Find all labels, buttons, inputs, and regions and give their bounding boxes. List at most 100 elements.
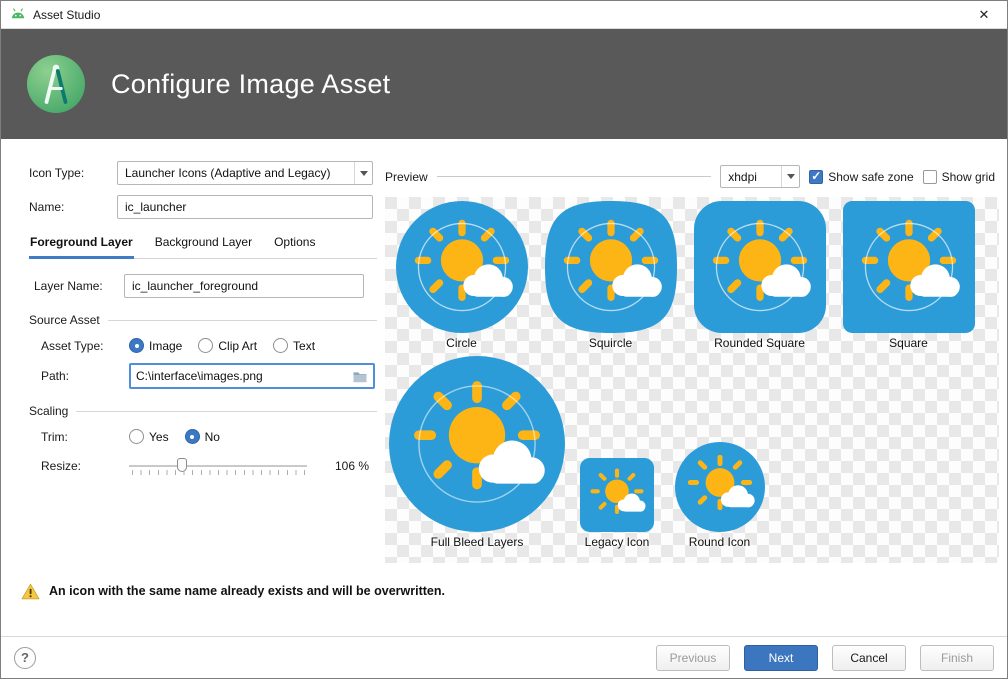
asset-type-label: Asset Type: bbox=[41, 339, 129, 353]
square-icon bbox=[843, 201, 975, 333]
icon-type-label: Icon Type: bbox=[29, 166, 117, 180]
layer-tabs: Foreground Layer Background Layer Option… bbox=[29, 232, 377, 259]
form-panel: Icon Type: Launcher Icons (Adaptive and … bbox=[1, 139, 379, 576]
trim-no-radio[interactable]: No bbox=[185, 429, 220, 444]
radio-icon bbox=[198, 338, 213, 353]
preview-header: Preview xhdpi Show safe zone Show grid bbox=[385, 165, 999, 188]
warning-icon bbox=[21, 583, 40, 600]
finish-button[interactable]: Finish bbox=[920, 645, 994, 671]
tile-label: Circle bbox=[446, 336, 477, 350]
resize-value: 106 % bbox=[335, 459, 369, 473]
asset-type-text-radio[interactable]: Text bbox=[273, 338, 315, 353]
spacer bbox=[1, 606, 1007, 636]
legacy-icon bbox=[580, 458, 654, 532]
preview-label: Preview bbox=[385, 170, 428, 184]
warning-text: An icon with the same name already exist… bbox=[49, 584, 445, 598]
radio-icon bbox=[129, 429, 144, 444]
show-grid-checkbox[interactable]: Show grid bbox=[923, 170, 995, 184]
full-bleed-icon bbox=[389, 356, 565, 532]
icon-type-value: Launcher Icons (Adaptive and Legacy) bbox=[125, 166, 330, 180]
asset-type-row: Asset Type: Image Clip Art Text bbox=[29, 338, 379, 353]
name-label: Name: bbox=[29, 200, 117, 214]
trim-row: Trim: Yes No bbox=[29, 429, 379, 444]
tile-label: Squircle bbox=[589, 336, 632, 350]
resize-slider[interactable] bbox=[129, 454, 307, 478]
name-row: Name: bbox=[29, 195, 379, 219]
warning-row: An icon with the same name already exist… bbox=[1, 576, 1007, 606]
path-field bbox=[129, 363, 375, 389]
density-value: xhdpi bbox=[728, 170, 757, 184]
scaling-group: Scaling bbox=[29, 404, 377, 418]
close-button[interactable]: ✕ bbox=[961, 1, 1007, 28]
tile-label: Rounded Square bbox=[714, 336, 805, 350]
tab-background-layer[interactable]: Background Layer bbox=[154, 232, 253, 258]
checkbox-icon bbox=[923, 170, 937, 184]
icon-type-dropdown[interactable]: Launcher Icons (Adaptive and Legacy) bbox=[117, 161, 373, 185]
preview-board: Circle Squircle bbox=[385, 197, 999, 563]
resize-label: Resize: bbox=[41, 459, 129, 473]
window-title: Asset Studio bbox=[33, 8, 100, 22]
chevron-down-icon bbox=[781, 166, 799, 187]
round-icon bbox=[675, 442, 765, 532]
preview-tile-rounded-square[interactable]: Rounded Square bbox=[685, 201, 834, 350]
layer-name-input[interactable] bbox=[124, 274, 364, 298]
path-input[interactable] bbox=[136, 369, 350, 383]
name-input[interactable] bbox=[117, 195, 373, 219]
asset-type-text-label: Text bbox=[293, 339, 315, 353]
source-asset-group: Source Asset bbox=[29, 313, 377, 327]
preview-tile-square[interactable]: Square bbox=[834, 201, 983, 350]
folder-browse-icon[interactable] bbox=[350, 367, 370, 385]
asset-type-image-label: Image bbox=[149, 339, 182, 353]
tab-options[interactable]: Options bbox=[273, 232, 316, 258]
path-label: Path: bbox=[41, 369, 129, 383]
group-divider bbox=[108, 320, 377, 321]
resize-row: Resize: 106 % bbox=[29, 454, 379, 478]
trim-label: Trim: bbox=[41, 430, 129, 444]
chevron-down-icon bbox=[354, 162, 372, 184]
help-button[interactable]: ? bbox=[14, 647, 36, 669]
resize-slider-thumb[interactable] bbox=[177, 458, 187, 472]
main-content: Icon Type: Launcher Icons (Adaptive and … bbox=[1, 139, 1007, 576]
scaling-group-label: Scaling bbox=[29, 404, 68, 418]
preview-tile-round[interactable]: Round Icon bbox=[667, 442, 772, 549]
previous-button[interactable]: Previous bbox=[656, 645, 730, 671]
android-app-icon bbox=[10, 8, 26, 21]
next-button[interactable]: Next bbox=[744, 645, 818, 671]
rounded-square-icon bbox=[694, 201, 826, 333]
radio-icon bbox=[273, 338, 288, 353]
group-divider bbox=[76, 411, 377, 412]
cancel-button[interactable]: Cancel bbox=[832, 645, 906, 671]
squircle-icon bbox=[545, 201, 677, 333]
density-dropdown[interactable]: xhdpi bbox=[720, 165, 800, 188]
titlebar: Asset Studio ✕ bbox=[1, 1, 1007, 29]
show-safe-zone-checkbox[interactable]: Show safe zone bbox=[809, 170, 913, 184]
android-studio-logo-icon bbox=[27, 55, 85, 113]
trim-yes-label: Yes bbox=[149, 430, 169, 444]
slider-track bbox=[129, 465, 307, 467]
show-grid-label: Show grid bbox=[942, 170, 995, 184]
radio-selected-icon bbox=[185, 429, 200, 444]
trim-radio-group: Yes No bbox=[129, 429, 220, 444]
preview-tile-full-bleed[interactable]: Full Bleed Layers bbox=[387, 356, 567, 549]
preview-row-2: Full Bleed Layers Legacy Icon bbox=[387, 356, 999, 549]
preview-tile-squircle[interactable]: Squircle bbox=[536, 201, 685, 350]
path-row: Path: bbox=[29, 363, 379, 389]
layer-name-row: Layer Name: bbox=[29, 274, 379, 298]
circle-icon bbox=[396, 201, 528, 333]
preview-divider bbox=[437, 176, 712, 177]
tab-foreground-layer[interactable]: Foreground Layer bbox=[29, 232, 134, 259]
preview-panel: Preview xhdpi Show safe zone Show grid bbox=[379, 139, 1007, 576]
show-safe-zone-label: Show safe zone bbox=[828, 170, 913, 184]
asset-type-clipart-radio[interactable]: Clip Art bbox=[198, 338, 257, 353]
asset-type-image-radio[interactable]: Image bbox=[129, 338, 182, 353]
preview-row-1: Circle Squircle bbox=[387, 201, 999, 350]
preview-tile-circle[interactable]: Circle bbox=[387, 201, 536, 350]
preview-tile-legacy[interactable]: Legacy Icon bbox=[567, 458, 667, 549]
asset-type-clipart-label: Clip Art bbox=[218, 339, 257, 353]
dialog-title: Configure Image Asset bbox=[111, 69, 390, 100]
tile-label: Round Icon bbox=[689, 535, 750, 549]
icon-type-row: Icon Type: Launcher Icons (Adaptive and … bbox=[29, 161, 379, 185]
footer: ? Previous Next Cancel Finish bbox=[1, 636, 1007, 678]
trim-yes-radio[interactable]: Yes bbox=[129, 429, 169, 444]
tile-label: Square bbox=[889, 336, 928, 350]
